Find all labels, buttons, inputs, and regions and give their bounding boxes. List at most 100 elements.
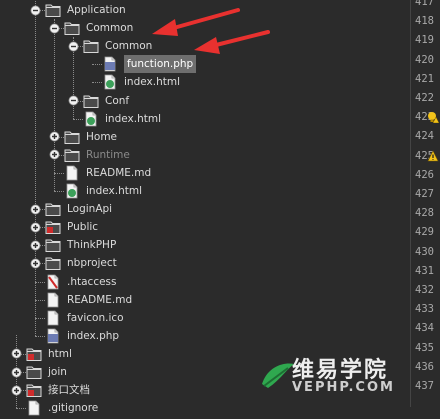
expand-toggle-icon[interactable] [30,258,41,269]
file-icon [45,292,61,308]
tree-item[interactable]: index.html [83,110,161,128]
tree-item[interactable]: Public [45,218,98,236]
tree-item[interactable]: nbproject [45,254,117,272]
tree-item-label: .gitignore [48,402,99,415]
tree-item[interactable]: .htaccess [45,273,117,291]
line-number: 424 [415,130,434,143]
tree-item[interactable]: README.md [64,164,151,182]
tree-item-label: nbproject [67,257,117,270]
file-icon [45,310,61,326]
line-number: 426 [415,168,434,181]
tree-item-label: index.php [67,329,120,342]
line-number: 428 [415,207,434,220]
tree-branch-line [73,118,83,120]
tree-item[interactable]: .gitignore [26,399,98,417]
expand-toggle-icon[interactable] [30,222,41,233]
tree-item-label: Conf [105,94,130,107]
expand-toggle-icon[interactable] [49,149,60,160]
tree-guide-line [54,19,55,192]
htaccess-file-icon [45,274,61,290]
tree-item-label: .htaccess [67,275,117,288]
tree-branch-line [35,335,45,337]
line-number: 418 [415,15,434,28]
line-number: 422 [415,92,434,104]
collapse-toggle-icon[interactable] [68,95,79,106]
folder-icon [64,20,80,36]
line-number: 433 [415,303,434,316]
expand-toggle-icon[interactable] [49,131,60,142]
tree-item-label: favicon.ico [67,311,124,324]
line-number-gutter: 417 418 419 420 421 422 423 424 425 426 427 428 429 4… [410,0,440,407]
folder-icon [45,201,61,217]
tree-item[interactable]: LoginApi [45,200,112,218]
tree-item[interactable]: Runtime [64,146,130,164]
collapse-toggle-icon[interactable] [49,23,60,34]
expand-toggle-icon[interactable] [30,240,41,251]
line-number: 421 [415,72,434,85]
tree-item[interactable]: Application [45,1,126,19]
tree-item[interactable]: html [26,345,72,363]
collapse-toggle-icon[interactable] [68,41,79,52]
collapse-toggle-icon[interactable] [30,5,41,16]
tree-item[interactable]: Common [64,19,133,37]
line-number: 436 [415,360,434,373]
folder-icon [45,2,61,18]
tree-item[interactable]: Home [64,128,117,146]
tree-item[interactable]: README.md [45,291,132,309]
expand-toggle-icon[interactable] [11,385,22,396]
tree-item[interactable]: favicon.ico [45,309,124,327]
tree-item-label: index.html [124,76,180,89]
tree-item-label: Runtime [86,148,130,161]
line-number: 429 [415,226,434,239]
line-number: 419 [415,34,434,47]
html-file-icon [64,183,80,199]
expand-toggle-icon[interactable] [11,348,22,359]
line-number: 437 [415,380,434,392]
tree-branch-line [35,317,45,319]
folder-icon [45,237,61,253]
tree-item-label: Application [67,4,126,16]
tree-item[interactable]: Common [83,37,152,55]
tree-item[interactable]: join [26,363,67,381]
html-file-icon [102,74,118,90]
tree-branch-line [16,408,26,410]
tree-branch-line [92,82,102,84]
php-file-icon [45,328,61,344]
tree-branch-line [54,191,64,193]
html-file-icon [83,111,99,127]
tree-item[interactable]: index.html [64,182,142,200]
line-number: 435 [415,341,434,354]
folder-icon [83,38,99,54]
line-number: 431 [415,264,434,277]
tree-item-label: html [48,347,72,360]
tree-item[interactable]: Conf [83,92,129,110]
lightbulb-warning-icon [428,112,439,124]
tree-item-label: Common [105,40,153,53]
line-number: 430 [415,245,434,258]
tree-item-label: ThinkPHP [67,239,117,252]
file-icon [64,165,80,181]
line-number: 434 [415,322,434,335]
tree-item[interactable]: 接口文档 [26,381,90,399]
tree-item-label: index.html [105,112,161,125]
tree-item[interactable]: index.html [102,73,180,91]
tree-item-label: function.php [124,55,197,74]
warning-triangle-icon [427,149,439,161]
tree-item-label: Public [67,221,99,234]
folder-icon [26,382,42,398]
line-number: 427 [415,188,434,200]
tree-item[interactable]: index.php [45,327,119,345]
line-number: 432 [415,284,434,296]
tree-item[interactable]: ThinkPHP [45,236,116,254]
expand-toggle-icon[interactable] [11,367,22,378]
tree-branch-line [35,281,45,283]
folder-icon [83,93,99,109]
tree-item-label: Home [86,130,118,143]
tree-item[interactable]: function.php [102,55,197,74]
expand-toggle-icon[interactable] [30,204,41,215]
tree-item-label: README.md [67,293,133,306]
tree-branch-line [92,64,102,66]
folder-icon [64,147,80,163]
tree-guide-line [35,1,36,336]
tree-item-label: index.html [86,185,142,197]
